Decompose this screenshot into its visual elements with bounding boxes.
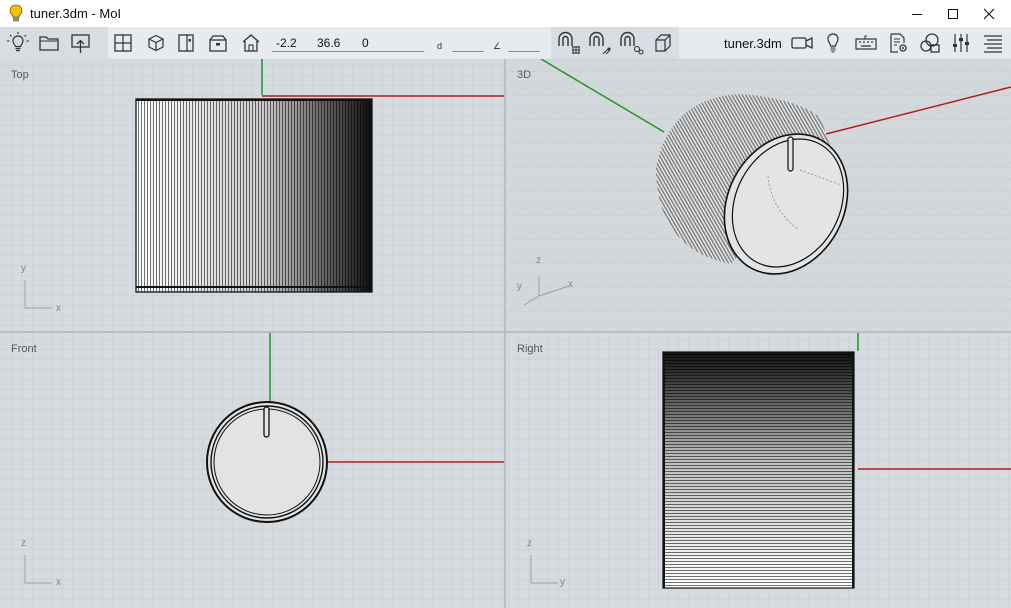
camera-icon: [791, 36, 813, 50]
angle-label: ∠: [493, 41, 502, 51]
open-file-button[interactable]: [36, 30, 62, 56]
magnet-point-icon: [589, 31, 611, 55]
knob-top-profile: [135, 98, 373, 293]
axis-label-x: x: [56, 577, 61, 588]
top-view-icon: [209, 35, 227, 52]
viewport-label-front[interactable]: Front: [11, 343, 37, 355]
light-icon: [827, 33, 839, 53]
magnet-grid-icon: [558, 31, 580, 54]
distance-input[interactable]: [452, 51, 484, 52]
cube-button[interactable]: [650, 30, 676, 56]
import-button[interactable]: [68, 30, 94, 56]
document-settings-icon: [890, 33, 907, 53]
align-icon: [984, 35, 1002, 53]
front-view-icon: [178, 34, 194, 52]
keyboard-icon: [855, 35, 877, 50]
file-name-label: tuner.3dm: [724, 36, 782, 51]
top-viewport[interactable]: Top y x: [0, 59, 504, 331]
top-viewport-canvas[interactable]: [0, 59, 504, 331]
top-view-button[interactable]: [205, 30, 231, 56]
magnet-object-icon: [620, 31, 644, 55]
front-viewport-canvas[interactable]: [0, 333, 504, 608]
coordinate-x-value[interactable]: -2.2: [276, 36, 297, 50]
close-button[interactable]: [971, 0, 1007, 27]
lightbulb-app-icon: [9, 4, 23, 22]
axis-label-x: x: [56, 303, 61, 314]
distance-label: d: [437, 41, 443, 51]
open-folder-icon: [39, 36, 59, 51]
grid-snap-button[interactable]: [556, 30, 582, 56]
title-bar: tuner.3dm - MoI: [0, 0, 1011, 27]
keyboard-shortcuts-button[interactable]: [853, 30, 879, 56]
shapes-icon: [920, 33, 940, 53]
box-3d-icon: [148, 34, 164, 52]
shapes-button[interactable]: [917, 30, 943, 56]
axis-label-y: y: [517, 281, 522, 292]
light-button[interactable]: [820, 30, 846, 56]
camera-button[interactable]: [789, 30, 815, 56]
home-view-icon: [242, 34, 260, 52]
coordinate-y-value[interactable]: 36.6: [317, 36, 340, 50]
four-view-icon: [114, 34, 132, 52]
cube-icon: [655, 34, 671, 52]
main-toolbar: -2.2 36.6 0 d ∠ tuner.3dm: [0, 27, 1011, 59]
sliders-icon: [953, 34, 969, 52]
axis-label-z: z: [21, 538, 26, 549]
lightbulb-button[interactable]: [5, 30, 31, 56]
lightbulb-icon: [7, 32, 29, 52]
home-view-button[interactable]: [238, 30, 264, 56]
knob-right-profile: [662, 351, 855, 589]
object-snap-button[interactable]: [618, 30, 644, 56]
axis-label-y: y: [560, 577, 565, 588]
viewport-label-right[interactable]: Right: [517, 343, 543, 355]
viewport-area: Top y x 3D z x y Front z x Right z y: [0, 59, 1011, 608]
3d-view-button[interactable]: [143, 30, 169, 56]
coordinate-input-underline: [272, 51, 424, 52]
viewport-label-top[interactable]: Top: [11, 69, 29, 81]
point-snap-button[interactable]: [587, 30, 613, 56]
axis-label-z: z: [536, 255, 541, 266]
four-view-button[interactable]: [110, 30, 136, 56]
sliders-button[interactable]: [948, 30, 974, 56]
front-viewport[interactable]: Front z x: [0, 333, 504, 608]
front-view-button[interactable]: [173, 30, 199, 56]
minimize-button[interactable]: [899, 0, 935, 27]
coordinate-z-value[interactable]: 0: [362, 36, 369, 50]
right-viewport-canvas[interactable]: [506, 333, 1011, 608]
viewport-label-3d[interactable]: 3D: [517, 69, 531, 81]
maximize-icon: [948, 8, 958, 19]
axis-label-z: z: [527, 538, 532, 549]
knob-front-face: [206, 401, 328, 523]
align-button[interactable]: [980, 30, 1006, 56]
axis-label-y: y: [21, 263, 26, 274]
maximize-button[interactable]: [935, 0, 971, 27]
angle-input[interactable]: [508, 51, 540, 52]
3d-viewport[interactable]: 3D z x y: [506, 59, 1011, 331]
axis-label-x: x: [568, 279, 573, 290]
close-icon: [983, 8, 995, 19]
document-settings-button[interactable]: [885, 30, 911, 56]
3d-viewport-canvas[interactable]: [506, 59, 1011, 331]
window-title: tuner.3dm - MoI: [30, 6, 122, 21]
minimize-icon: [912, 13, 922, 15]
import-icon: [71, 34, 90, 53]
right-viewport[interactable]: Right z y: [506, 333, 1011, 608]
